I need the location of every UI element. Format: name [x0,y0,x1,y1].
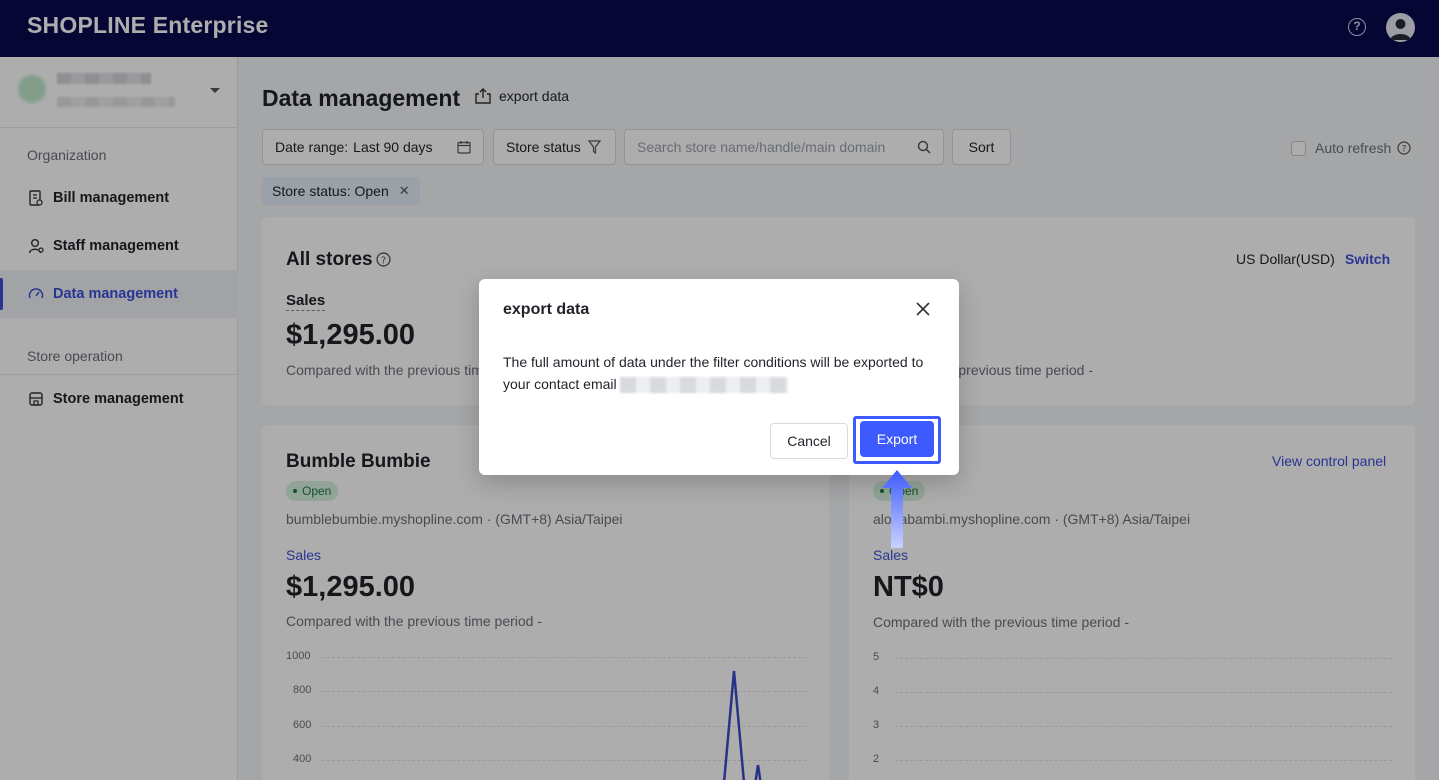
cancel-button[interactable]: Cancel [770,423,848,459]
export-button-highlight [853,416,941,464]
dialog-body: The full amount of data under the filter… [503,351,943,395]
dialog-title: export data [503,301,590,318]
close-icon[interactable] [913,299,933,319]
arrow-up-icon [882,470,912,548]
contact-email-redacted [619,377,788,394]
